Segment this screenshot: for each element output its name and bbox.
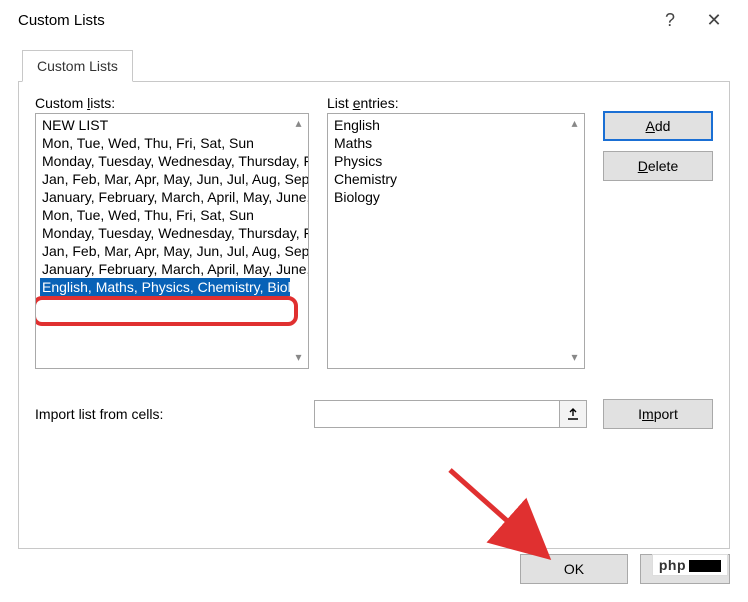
list-item[interactable]: Mon, Tue, Wed, Thu, Fri, Sat, Sun	[40, 206, 290, 224]
list-item[interactable]: January, February, March, April, May, Ju…	[40, 260, 290, 278]
list-item[interactable]: January, February, March, April, May, Ju…	[40, 188, 290, 206]
entry-line: Chemistry	[334, 170, 566, 188]
list-item[interactable]: Monday, Tuesday, Wednesday, Thursday, Fr…	[40, 152, 290, 170]
scroll-down-icon[interactable]: ▾	[291, 350, 306, 366]
import-range-input[interactable]	[314, 400, 559, 428]
entry-line: Physics	[334, 152, 566, 170]
custom-lists-dialog: Custom Lists ? ✕ Custom Lists Custom lis…	[0, 0, 748, 602]
list-entries-label: List entries:	[327, 95, 585, 111]
highlight-annotation	[35, 296, 298, 326]
list-item[interactable]: Monday, Tuesday, Wednesday, Thursday, Fr…	[40, 224, 290, 242]
entry-line: English	[334, 116, 566, 134]
list-item[interactable]: English, Maths, Physics, Chemistry, Biol…	[40, 278, 290, 296]
scroll-down-icon[interactable]: ▾	[567, 350, 582, 366]
list-item[interactable]: Mon, Tue, Wed, Thu, Fri, Sat, Sun	[40, 134, 290, 152]
import-from-cells-label: Import list from cells:	[35, 406, 298, 422]
entry-line: Biology	[334, 188, 566, 206]
range-picker-icon[interactable]	[559, 400, 587, 428]
scroll-up-icon[interactable]: ▴	[291, 116, 306, 132]
custom-lists-listbox[interactable]: ▴ NEW LISTMon, Tue, Wed, Thu, Fri, Sat, …	[35, 113, 309, 369]
dialog-title: Custom Lists	[12, 12, 105, 29]
add-button[interactable]: Add	[603, 111, 713, 141]
tab-panel: Custom lists: ▴ NEW LISTMon, Tue, Wed, T…	[18, 81, 730, 549]
delete-button[interactable]: Delete	[603, 151, 713, 181]
scroll-up-icon[interactable]: ▴	[567, 116, 582, 132]
list-entries-textbox[interactable]: ▴ EnglishMathsPhysicsChemistryBiology ▾	[327, 113, 585, 369]
list-item[interactable]: Jan, Feb, Mar, Apr, May, Jun, Jul, Aug, …	[40, 170, 290, 188]
close-icon[interactable]: ✕	[692, 10, 736, 31]
help-icon[interactable]: ?	[648, 10, 692, 31]
custom-lists-label: Custom lists:	[35, 95, 309, 111]
tab-custom-lists[interactable]: Custom Lists	[22, 50, 133, 82]
list-item[interactable]: Jan, Feb, Mar, Apr, May, Jun, Jul, Aug, …	[40, 242, 290, 260]
tabstrip: Custom Lists	[18, 48, 730, 82]
titlebar: Custom Lists ? ✕	[0, 0, 748, 40]
entry-line: Maths	[334, 134, 566, 152]
ok-button[interactable]: OK	[520, 554, 628, 584]
import-button[interactable]: Import	[603, 399, 713, 429]
watermark: php	[652, 554, 728, 576]
list-item[interactable]: NEW LIST	[40, 116, 290, 134]
